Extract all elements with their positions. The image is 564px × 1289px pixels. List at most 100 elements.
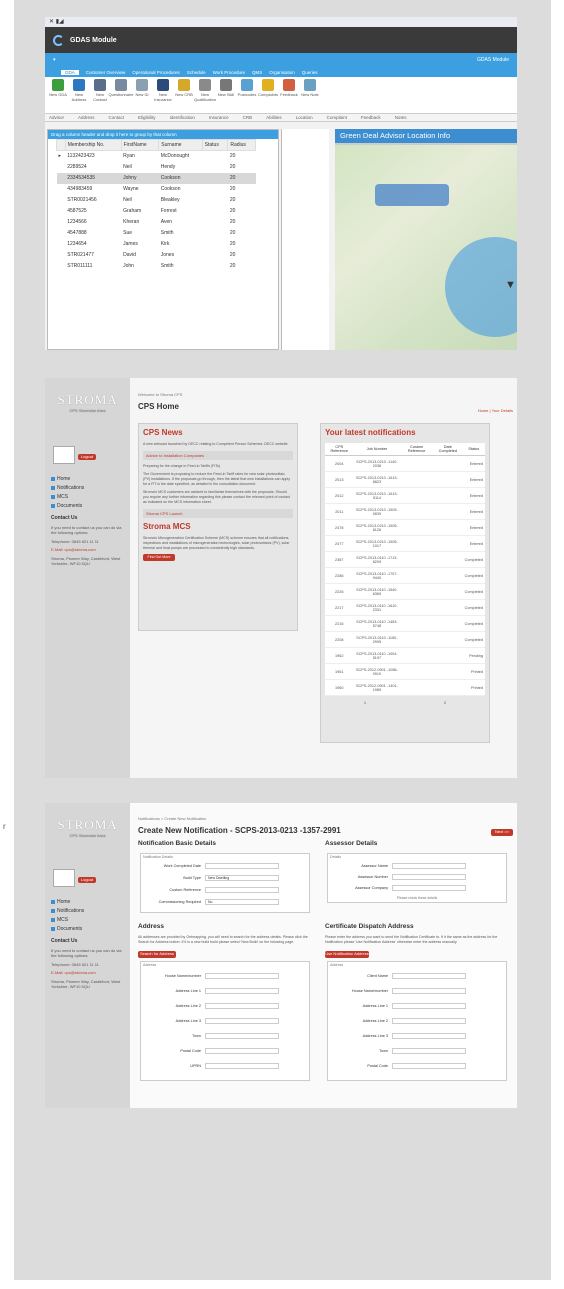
table-row[interactable]: 2217 SCPS-2013-0110 -1610-2331 Completed	[325, 599, 485, 616]
table-row[interactable]: 2478 SCPS-2013-0210 -1505-6126 Entered	[325, 519, 485, 536]
cell-cps-ref[interactable]: 2477	[325, 535, 354, 552]
table-row[interactable]: 2289524 Neil Hendy 20	[57, 162, 256, 173]
field-input[interactable]	[205, 863, 279, 869]
ribbon-button[interactable]: New GDA	[49, 79, 67, 111]
field-input[interactable]	[392, 1003, 466, 1009]
logout-button[interactable]: Logout	[78, 877, 96, 883]
ribbon-button[interactable]: New CRB	[175, 79, 193, 111]
table-row[interactable]: 2216 SCPS-2013-0110 -1453-5748 Completed	[325, 615, 485, 632]
field-input[interactable]	[205, 887, 279, 893]
cell-cps-ref[interactable]: 2011	[325, 503, 354, 520]
cell-cps-ref[interactable]: 1961	[325, 663, 354, 680]
field-input[interactable]	[205, 1033, 279, 1039]
map-info-bubble[interactable]	[375, 184, 449, 206]
cell-cps-ref[interactable]: 1960	[325, 679, 354, 696]
find-out-more-button[interactable]: Find Out More	[143, 554, 175, 561]
table-row[interactable]: STR0021456 Neil Bleakley 20	[57, 195, 256, 206]
ribbon-button[interactable]: New Contact	[91, 79, 109, 111]
top-links[interactable]: Home | Your Details	[478, 408, 513, 413]
table-row[interactable]: 2208 SCPS-2013-0110 -1150-2995 Completed	[325, 631, 485, 648]
ribbon-button[interactable]: Complaints	[258, 79, 278, 111]
table-row[interactable]: 2011 SCPS-2013-0210 -1503-0839 Entered	[325, 503, 485, 520]
field-input[interactable]	[392, 1033, 466, 1039]
accordion-advice[interactable]: Advice to Installation Companies	[143, 451, 293, 460]
column-header[interactable]: Status	[201, 139, 229, 151]
table-row[interactable]: 2013 SCPS-2013-0210 -1613-8823 Entered	[325, 471, 485, 488]
field-input[interactable]	[392, 885, 466, 891]
ribbon-tab[interactable]: QMS	[252, 70, 262, 75]
field-input[interactable]	[392, 988, 466, 994]
use-notification-address-button[interactable]: Use Notification Address	[325, 951, 369, 958]
table-row[interactable]: 2226 SCPS-2013-0110 -1540-6369 Completed	[325, 583, 485, 600]
cell-cps-ref[interactable]: 2226	[325, 583, 354, 600]
field-input[interactable]	[205, 973, 279, 979]
page-link[interactable]: 2	[444, 700, 446, 705]
ribbon-tab[interactable]: Queries	[302, 70, 318, 75]
table-row[interactable]: 1960 SCPS-2012-0901 -1401-1989 Printed	[325, 679, 485, 696]
ribbon-button[interactable]: New ID	[133, 79, 151, 111]
ribbon-tab[interactable]: Work Procedure	[213, 70, 245, 75]
ribbon-button[interactable]: New Skill	[217, 79, 235, 111]
ribbon-tab[interactable]: Organisation	[269, 70, 295, 75]
column-header[interactable]: FirstName	[120, 139, 160, 151]
cell-cps-ref[interactable]: 2004	[325, 455, 354, 472]
field-input[interactable]	[205, 1003, 279, 1009]
table-row[interactable]: 2334534535 Johny Cookson 20	[56, 172, 256, 184]
breadcrumb[interactable]: Notifications > Create New Notification	[138, 816, 206, 821]
ribbon-button[interactable]: Postcodes	[238, 79, 256, 111]
column-header[interactable]: Date Completed	[433, 443, 463, 456]
sidebar-item[interactable]: Home	[51, 474, 84, 483]
field-input[interactable]	[392, 863, 466, 869]
sidebar-item[interactable]: MCS	[51, 492, 84, 501]
ribbon-tab[interactable]: Customer Overview	[86, 70, 126, 75]
cell-cps-ref[interactable]: 2013	[325, 471, 354, 488]
table-row[interactable]: 2012 SCPS-2013-0210 -1613-5114 Entered	[325, 487, 485, 504]
field-input[interactable]	[392, 1063, 466, 1069]
sidebar-item[interactable]: Notifications	[51, 483, 84, 492]
ribbon-tab[interactable]: Operational Procedures	[132, 70, 180, 75]
cell-cps-ref[interactable]: 1962	[325, 647, 354, 664]
cell-cps-ref[interactable]: 2012	[325, 487, 354, 504]
cell-cps-ref[interactable]: 2208	[325, 631, 354, 648]
table-row[interactable]: 1234654 James Kirk 20	[57, 239, 256, 250]
field-input[interactable]	[392, 973, 466, 979]
column-header[interactable]: Membership No.	[64, 139, 122, 151]
sidebar-item[interactable]: Home	[51, 897, 84, 906]
location-pin-icon[interactable]: ▼	[505, 279, 516, 291]
contact-line[interactable]: E-Mail: cps@stroma.com	[51, 547, 125, 553]
next-button[interactable]: Next >>	[491, 829, 513, 836]
ribbon-button[interactable]: New Note	[301, 79, 319, 111]
table-row[interactable]: ▸ 1132423423 Ryan McDonought 20	[57, 151, 256, 162]
sidebar-item[interactable]: MCS	[51, 915, 84, 924]
table-row[interactable]: 2387 SCPS-2013-0110 -1713-8209 Completed	[325, 551, 485, 568]
sidebar-item[interactable]: Documents	[51, 924, 84, 933]
ribbon-button[interactable]: New Qualification	[194, 79, 216, 111]
column-header[interactable]: Status	[462, 443, 485, 456]
table-row[interactable]: 1961 SCPS-2012-0901 -1058-0910 Printed	[325, 663, 485, 680]
logout-button[interactable]: Logout	[78, 454, 96, 460]
sidebar-item[interactable]: Notifications	[51, 906, 84, 915]
column-header[interactable]: Custom Reference	[400, 443, 434, 456]
table-row[interactable]: 2004 SCPS-2013-0210 -1140-2038 Entered	[325, 455, 485, 472]
table-row[interactable]: 2477 SCPS-2013-0210 -1505-1017 Entered	[325, 535, 485, 552]
table-row[interactable]: 4587525 Graham Forrest 20	[57, 206, 256, 217]
cell-cps-ref[interactable]: 2216	[325, 615, 354, 632]
cell-cps-ref[interactable]: 2478	[325, 519, 354, 536]
field-input[interactable]	[205, 1018, 279, 1024]
field-input[interactable]	[392, 874, 466, 880]
field-input[interactable]: No	[205, 899, 279, 905]
table-row[interactable]: 434983459 Wayne Cookson 20	[57, 184, 256, 195]
cell-cps-ref[interactable]: 2217	[325, 599, 354, 616]
ribbon-button[interactable]: New Address	[70, 79, 88, 111]
column-header[interactable]: CPS Reference	[325, 443, 354, 456]
ribbon-button[interactable]: Feedback	[280, 79, 298, 111]
column-header[interactable]: Surname	[158, 139, 203, 151]
field-input[interactable]	[392, 1018, 466, 1024]
ribbon-tab[interactable]: Schedule	[187, 70, 206, 75]
accordion-launch[interactable]: Stroma CPS Launch	[143, 509, 293, 518]
field-input[interactable]	[392, 1048, 466, 1054]
breadcrumb[interactable]: Welcome to Stroma CPS	[138, 392, 182, 397]
ribbon-button[interactable]: Questionnaire	[109, 79, 133, 111]
table-row[interactable]: 1234566 Kheran Aven 20	[57, 217, 256, 228]
page-link[interactable]: 1	[364, 700, 366, 705]
